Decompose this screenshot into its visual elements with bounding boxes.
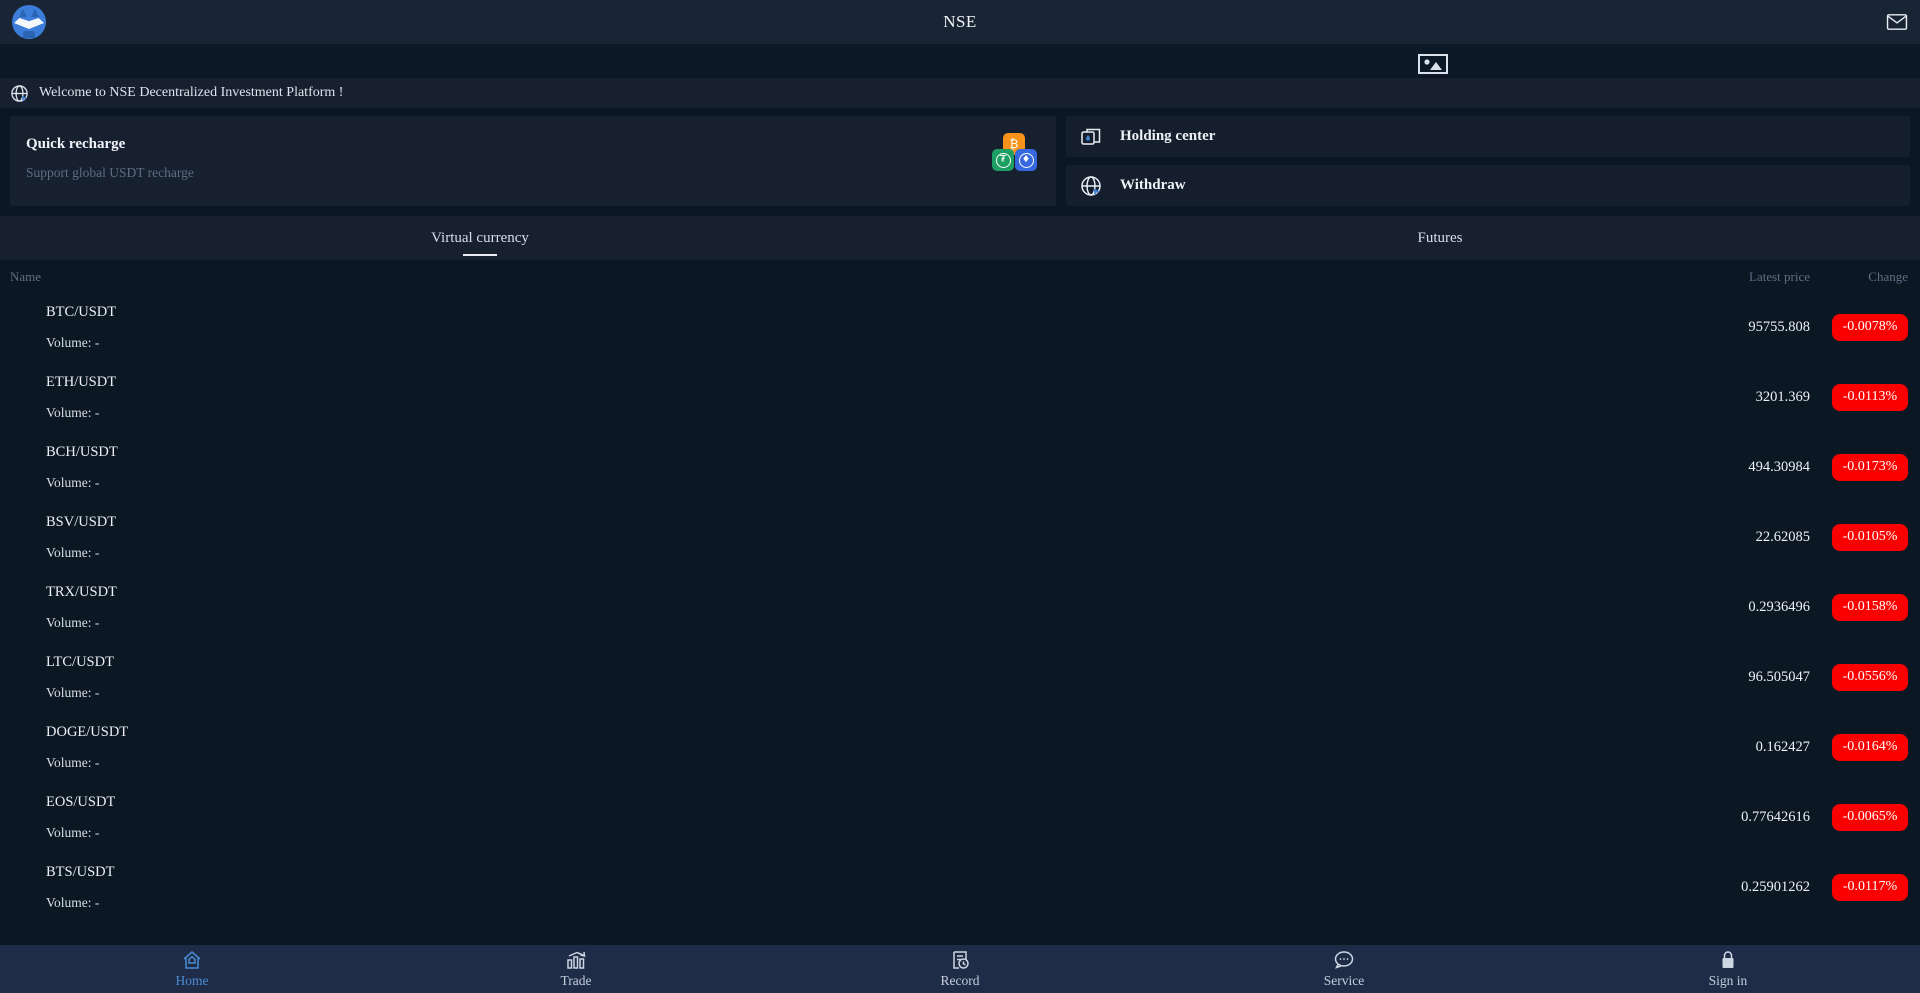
table-row[interactable]: DOGE/USDT Volume: - 0.162427 -0.0164% [0, 712, 1920, 782]
nav-item-record[interactable]: Record [768, 945, 1152, 993]
withdraw-button[interactable]: Withdraw [1066, 165, 1910, 206]
table-row[interactable]: BSV/USDT Volume: - 22.62085 -0.0105% [0, 502, 1920, 572]
latest-price: 0.77642616 [1741, 808, 1810, 825]
trade-chart-icon [565, 950, 587, 970]
volume-label: Volume: - [46, 474, 100, 490]
notice-bar[interactable]: Welcome to NSE Decentralized Investment … [0, 78, 1920, 108]
table-header: Name Latest price Change [0, 262, 1920, 292]
top-header: NSE [0, 0, 1920, 44]
quick-recharge-card[interactable]: Quick recharge Support global USDT recha… [10, 116, 1056, 206]
pair-label: EOS/USDT [46, 793, 116, 810]
latest-price: 494.30984 [1748, 458, 1810, 475]
latest-price: 95755.808 [1748, 318, 1810, 335]
change-badge: -0.0113% [1832, 383, 1908, 411]
nav-label: Sign in [1708, 972, 1748, 988]
nav-item-trade[interactable]: Trade [384, 945, 768, 993]
withdraw-globe-icon [1080, 175, 1102, 197]
pair-label: BTC/USDT [46, 303, 117, 320]
volume-label: Volume: - [46, 404, 100, 420]
quick-recharge-subtitle: Support global USDT recharge [26, 165, 194, 180]
col-price: Latest price [1749, 269, 1810, 284]
lock-icon [1717, 950, 1739, 970]
market-rows: BTC/USDT Volume: - 95755.808 -0.0078% ET… [0, 292, 1920, 922]
nav-label: Record [940, 972, 980, 988]
volume-label: Volume: - [46, 824, 100, 840]
volume-label: Volume: - [46, 894, 100, 910]
nav-label: Home [175, 972, 209, 988]
pair-label: DOGE/USDT [46, 723, 129, 740]
col-change: Change [1868, 269, 1908, 284]
table-row[interactable]: BTS/USDT Volume: - 0.25901262 -0.0117% [0, 852, 1920, 922]
volume-label: Volume: - [46, 614, 100, 630]
change-badge: -0.0158% [1832, 593, 1908, 621]
change-badge: -0.0117% [1832, 873, 1908, 901]
market-tabs: Virtual currency Futures [0, 216, 1920, 260]
volume-label: Volume: - [46, 754, 100, 770]
change-badge: -0.0556% [1832, 663, 1908, 691]
nav-item-home[interactable]: Home [0, 945, 384, 993]
home-icon [181, 950, 203, 970]
latest-price: 0.25901262 [1741, 878, 1810, 895]
latest-price: 0.2936496 [1748, 598, 1810, 615]
change-badge: -0.0164% [1832, 733, 1908, 761]
pair-label: LTC/USDT [46, 653, 114, 670]
nav-label: Trade [560, 972, 592, 988]
change-badge: -0.0078% [1832, 313, 1908, 341]
ethereum-coin-icon: ♦ [1015, 149, 1037, 171]
volume-label: Volume: - [46, 334, 100, 350]
coin-stack: ₿ ₮ ♦ [990, 130, 1042, 192]
pair-label: TRX/USDT [46, 583, 117, 600]
nav-item-signin[interactable]: Sign in [1536, 945, 1920, 993]
change-badge: -0.0173% [1832, 453, 1908, 481]
service-chat-icon [1333, 950, 1355, 970]
pair-label: BSV/USDT [46, 513, 117, 530]
table-row[interactable]: BTC/USDT Volume: - 95755.808 -0.0078% [0, 292, 1920, 362]
table-row[interactable]: LTC/USDT Volume: - 96.505047 -0.0556% [0, 642, 1920, 712]
table-row[interactable]: TRX/USDT Volume: - 0.2936496 -0.0158% [0, 572, 1920, 642]
side-actions: Holding center Withdraw [1066, 116, 1910, 206]
col-name: Name [10, 269, 42, 284]
change-badge: -0.0065% [1832, 803, 1908, 831]
volume-label: Volume: - [46, 684, 100, 700]
table-row[interactable]: ETH/USDT Volume: - 3201.369 -0.0113% [0, 362, 1920, 432]
latest-price: 96.505047 [1748, 668, 1810, 685]
latest-price: 0.162427 [1755, 738, 1810, 755]
bottom-nav: Home Trade Record Service Sign in [0, 945, 1920, 993]
tether-coin-icon: ₮ [992, 149, 1014, 171]
holding-center-icon [1080, 126, 1102, 148]
quick-recharge-title: Quick recharge [26, 136, 126, 152]
broken-image-icon [1418, 54, 1448, 74]
tab-futures[interactable]: Futures [960, 216, 1920, 260]
table-row[interactable]: BCH/USDT Volume: - 494.30984 -0.0173% [0, 432, 1920, 502]
holding-center-label: Holding center [1120, 128, 1216, 144]
withdraw-label: Withdraw [1120, 177, 1186, 193]
tab-virtual-currency[interactable]: Virtual currency [0, 216, 960, 260]
nav-item-service[interactable]: Service [1152, 945, 1536, 993]
nav-label: Service [1323, 972, 1365, 988]
banner-carousel [0, 44, 1920, 76]
notice-text: Welcome to NSE Decentralized Investment … [39, 85, 344, 100]
page-title: NSE [943, 12, 977, 31]
holding-center-button[interactable]: Holding center [1066, 116, 1910, 157]
pair-label: ETH/USDT [46, 373, 117, 390]
record-doc-icon [949, 950, 971, 970]
pair-label: BCH/USDT [46, 443, 118, 460]
volume-label: Volume: - [46, 544, 100, 560]
quick-actions-row: Quick recharge Support global USDT recha… [0, 108, 1920, 206]
table-row[interactable]: EOS/USDT Volume: - 0.77642616 -0.0065% [0, 782, 1920, 852]
latest-price: 3201.369 [1755, 388, 1810, 405]
latest-price: 22.62085 [1755, 528, 1810, 545]
globe-icon [10, 84, 29, 103]
pair-label: BTS/USDT [46, 863, 115, 880]
change-badge: -0.0105% [1832, 523, 1908, 551]
